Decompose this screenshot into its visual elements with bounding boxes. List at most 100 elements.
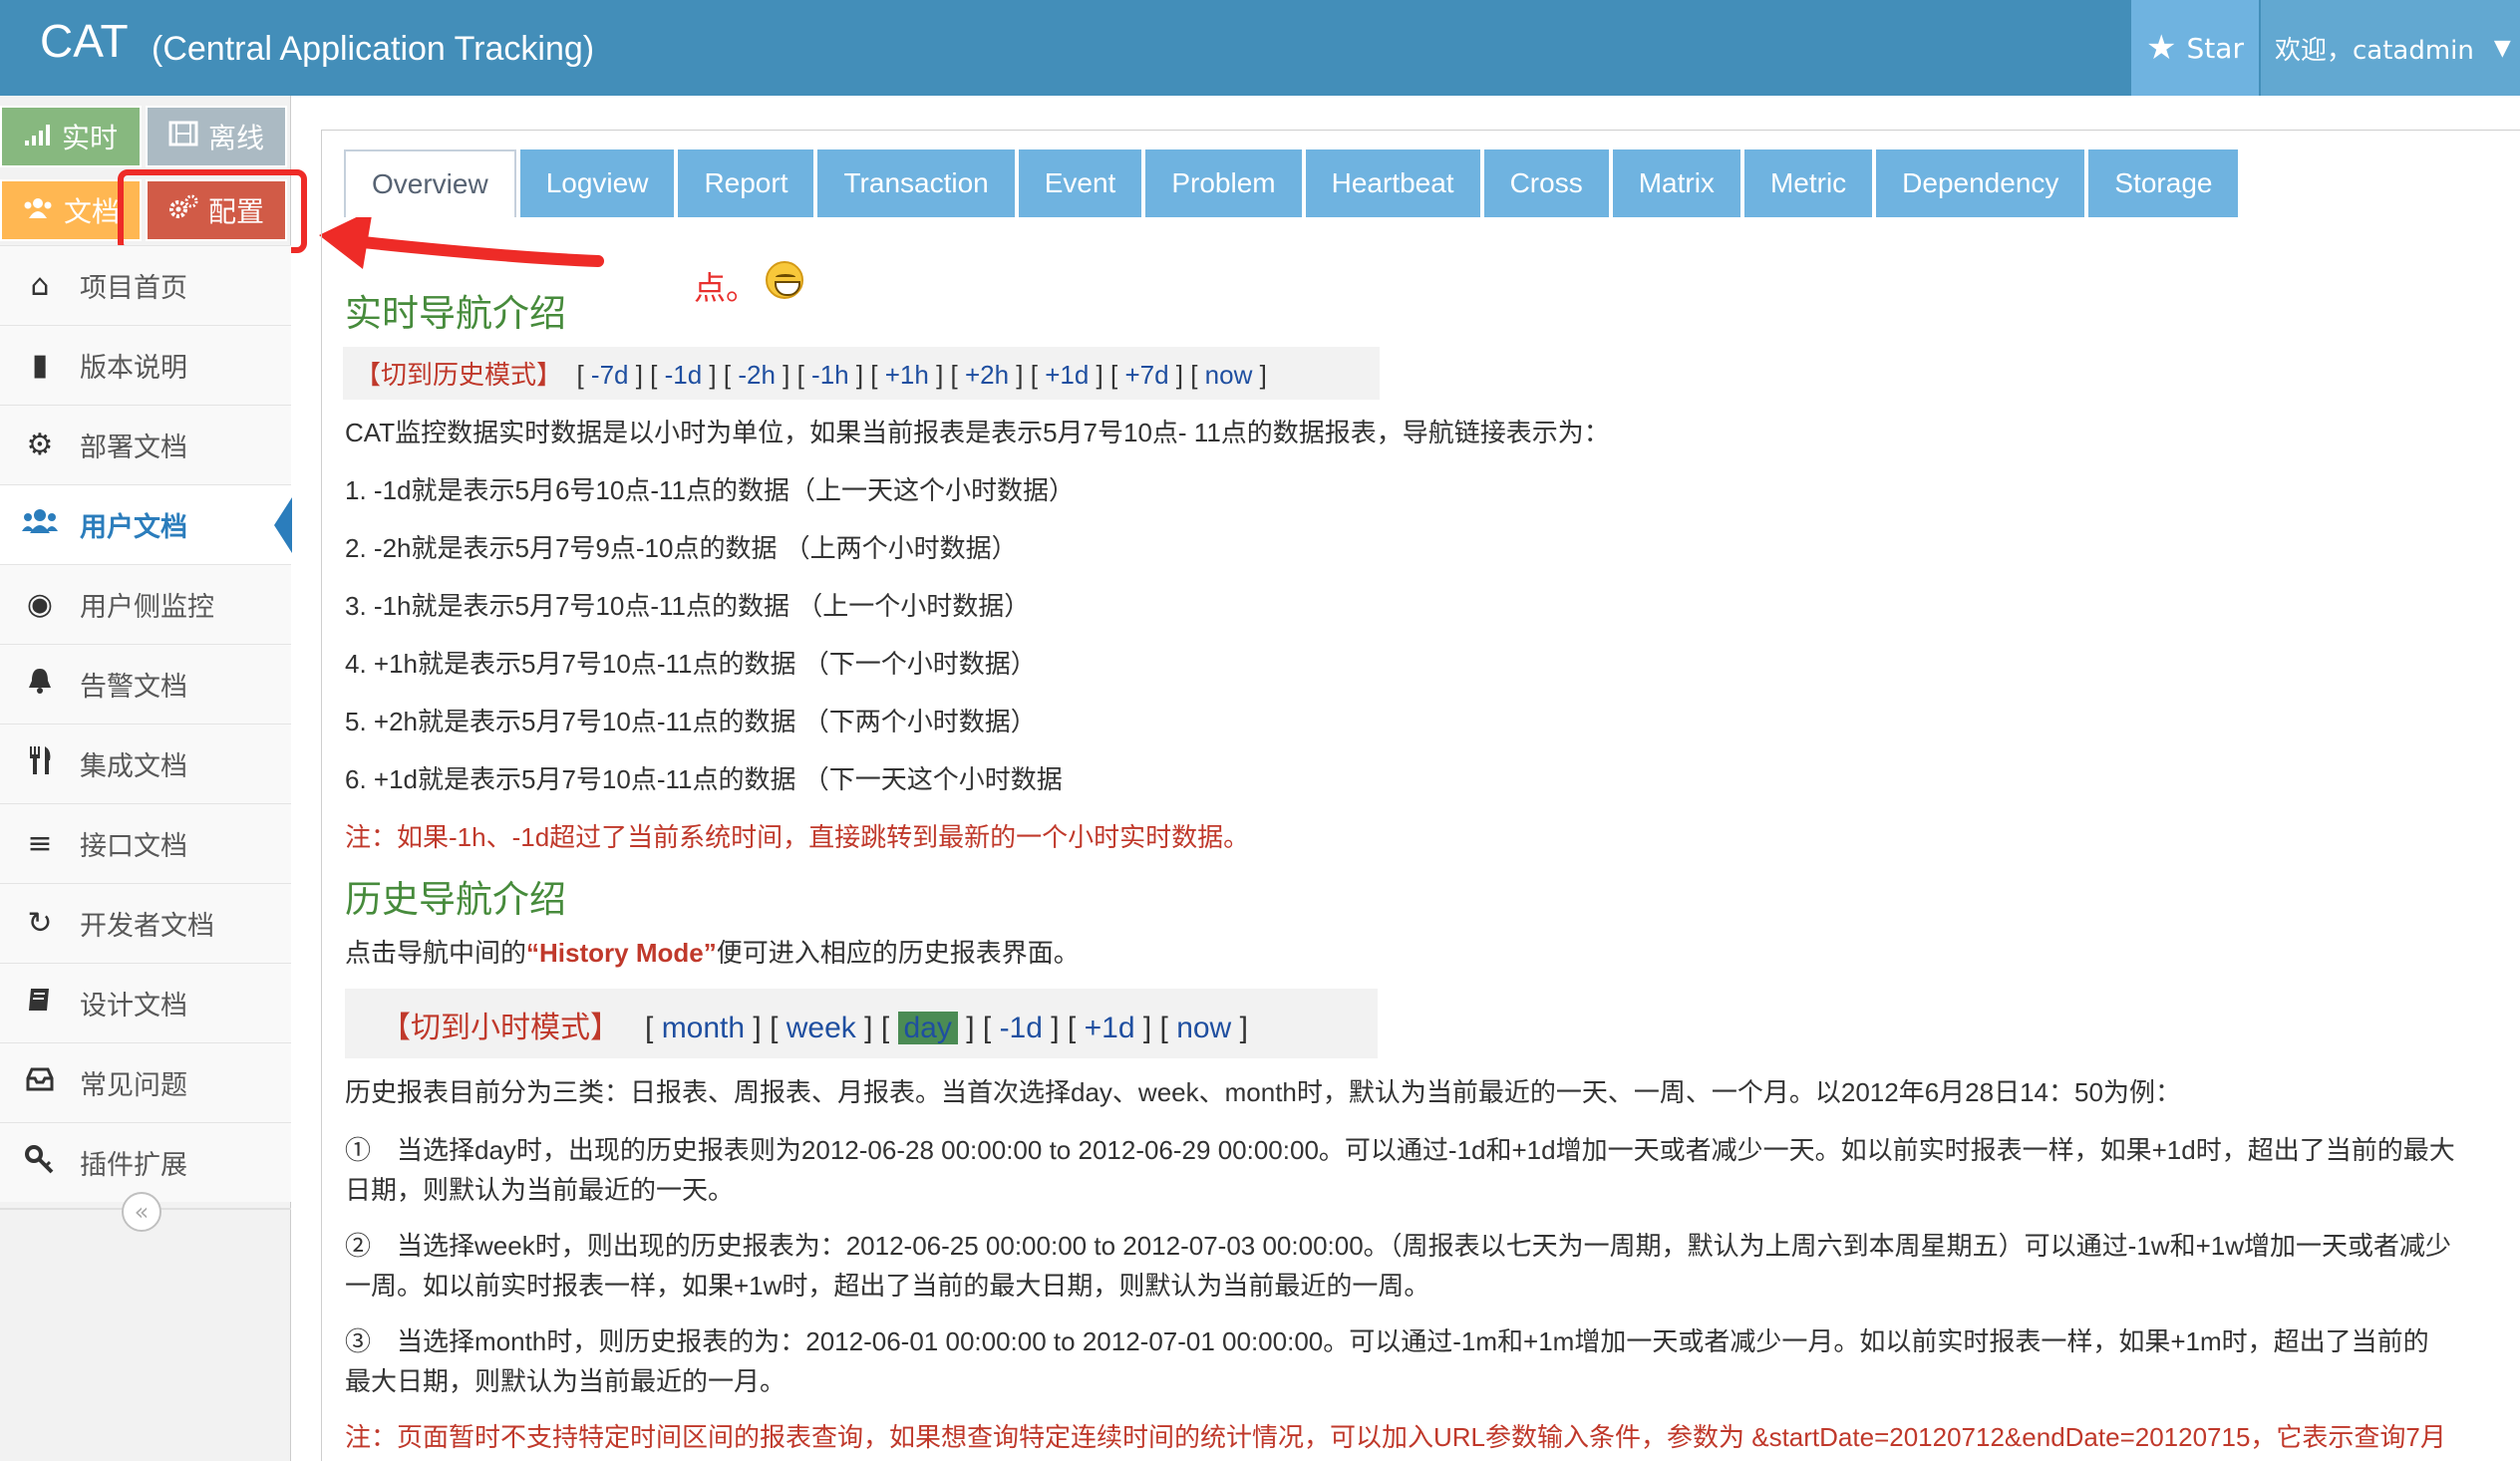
- tab-dependency[interactable]: Dependency: [1876, 149, 2085, 217]
- nav-link-plus-7d[interactable]: +7d: [1124, 360, 1168, 390]
- tab-cross[interactable]: Cross: [1483, 149, 1609, 217]
- shortcut-label: 实时: [61, 122, 118, 154]
- history-item-month-line2: 最大日期，则默认为当前最近的一月。: [345, 1366, 787, 1396]
- tab-transaction[interactable]: Transaction: [817, 149, 1015, 217]
- sidebar-item-plugins[interactable]: 插件扩展: [0, 1122, 291, 1202]
- sidebar-item-label: 开发者文档: [80, 911, 214, 942]
- sidebar-item-integration-docs[interactable]: 集成文档: [0, 724, 291, 803]
- nav-link-week[interactable]: week: [787, 1012, 856, 1044]
- sidebar-item-label: 插件扩展: [80, 1150, 187, 1181]
- nav-link-minus-7d[interactable]: -7d: [591, 360, 629, 390]
- sidebar-item-api-docs[interactable]: ≡ 接口文档: [0, 803, 291, 883]
- key-icon: [22, 1144, 58, 1182]
- realtime-intro-text: CAT监控数据实时数据是以小时为单位，如果当前报表是表示5月7号10点- 11点…: [345, 418, 1610, 447]
- history-item-week-line1: ② 当选择week时，则出现的历史报表为：2012-06-25 00:00:00…: [345, 1231, 2451, 1261]
- sidebar-item-label: 集成文档: [80, 751, 187, 782]
- home-icon: ⌂: [30, 268, 50, 303]
- book-icon: ▮: [31, 348, 49, 383]
- nav-link-plus-1h[interactable]: +1h: [885, 360, 929, 390]
- shortcut-realtime-button[interactable]: 实时: [0, 106, 142, 167]
- tab-heartbeat[interactable]: Heartbeat: [1305, 149, 1480, 217]
- hourly-mode-link[interactable]: 【切到小时模式】: [381, 1012, 620, 1044]
- history-nav-heading: 历史导航介绍: [345, 879, 566, 920]
- sidebar-item-label: 设计文档: [80, 991, 187, 1022]
- sidebar-item-alert-docs[interactable]: 告警文档: [0, 644, 291, 724]
- realtime-item-5: 5. +2h就是表示5月7号10点-11点的数据 （下两个小时数据）: [345, 707, 1037, 736]
- bell-icon: [22, 666, 58, 704]
- sidebar-item-home[interactable]: ⌂ 项目首页: [0, 245, 291, 325]
- history-item-month-line1: ③ 当选择month时，则历史报表的为：2012-06-01 00:00:00 …: [345, 1326, 2429, 1356]
- sidebar-item-browser-monitor[interactable]: ◉ 用户侧监控: [0, 564, 291, 644]
- history-intro-post: 便可进入相应的历史报表界面。: [716, 938, 1080, 968]
- sidebar: 实时 离线 文档 配置 ⌂ 项目首页 ▮ 版本说明 ⚙ 部署文档 用户文档 ◉ …: [0, 96, 307, 1461]
- star-icon: ★: [2146, 28, 2177, 68]
- realtime-nav-heading: 实时导航介绍: [345, 293, 566, 334]
- sidebar-item-user-docs[interactable]: 用户文档: [0, 484, 292, 564]
- nav-link-history-now[interactable]: now: [1176, 1012, 1231, 1044]
- tab-report[interactable]: Report: [678, 149, 814, 217]
- sidebar-item-label: 告警文档: [80, 672, 187, 703]
- history-desc-text: 历史报表目前分为三类：日报表、周报表、月报表。当首次选择day、week、mon…: [345, 1077, 2181, 1107]
- nav-link-day[interactable]: day: [897, 1012, 958, 1044]
- nav-link-history-minus-1d[interactable]: -1d: [1000, 1012, 1043, 1044]
- realtime-item-2: 2. -2h就是表示5月7号9点-10点的数据 （上两个小时数据）: [345, 533, 1018, 563]
- shortcut-offline-button[interactable]: 离线: [146, 106, 287, 167]
- history-note: 注：页面暂时不支持特定时间区间的报表查询，如果想查询特定连续时间的统计情况，可以…: [345, 1422, 2446, 1452]
- history-item-day-line2: 日期，则默认为当前最近的一天。: [345, 1175, 735, 1205]
- list-icon: ≡: [27, 826, 53, 861]
- top-navbar: CAT (Central Application Tracking) ★ Sta…: [0, 0, 2520, 96]
- tab-logview[interactable]: Logview: [519, 149, 675, 217]
- sidebar-item-deploy-docs[interactable]: ⚙ 部署文档: [0, 405, 291, 484]
- tab-matrix[interactable]: Matrix: [1612, 149, 1740, 217]
- nav-link-history-plus-1d[interactable]: +1d: [1085, 1012, 1135, 1044]
- nav-link-minus-1h[interactable]: -1h: [811, 360, 849, 390]
- users-icon: [22, 194, 54, 227]
- realtime-item-6: 6. +1d就是表示5月7号10点-11点的数据 （下一天这个小时数据: [345, 764, 1063, 794]
- user-menu[interactable]: 欢迎，catadmin ▼: [2261, 0, 2520, 96]
- nav-link-plus-1d[interactable]: +1d: [1045, 360, 1089, 390]
- sidebar-item-label: 用户文档: [80, 512, 187, 543]
- shortcut-label: 离线: [207, 122, 264, 154]
- sidebar-item-faq[interactable]: 常见问题: [0, 1042, 291, 1122]
- tab-event[interactable]: Event: [1018, 149, 1142, 217]
- history-intro-pre: 点击导航中间的: [345, 938, 527, 968]
- sidebar-collapse-button[interactable]: «: [122, 1192, 161, 1232]
- signal-icon: [24, 121, 52, 153]
- double-chevron-left-icon: «: [134, 1198, 150, 1226]
- realtime-nav-strip: 【切到历史模式】 [ -7d ] [ -1d ] [ -2h ] [ -1h ]…: [343, 347, 1380, 400]
- history-item-day-line1: ① 当选择day时，出现的历史报表则为2012-06-28 00:00:00 t…: [345, 1135, 2455, 1165]
- history-mode-link[interactable]: 【切到历史模式】: [355, 360, 562, 390]
- sidebar-item-developer-docs[interactable]: ↻ 开发者文档: [0, 883, 291, 963]
- inbox-icon: [22, 1065, 58, 1100]
- tab-overview[interactable]: Overview: [344, 149, 516, 217]
- tab-metric[interactable]: Metric: [1743, 149, 1873, 217]
- shortcut-label: 文档: [63, 195, 120, 228]
- cogs-icon: ⚙: [26, 428, 54, 462]
- sidebar-item-design-docs[interactable]: 设计文档: [0, 963, 291, 1042]
- tab-problem[interactable]: Problem: [1145, 149, 1302, 217]
- star-button[interactable]: ★ Star: [2131, 0, 2259, 96]
- sidebar-item-label: 接口文档: [80, 831, 187, 862]
- caret-down-icon: ▼: [2493, 35, 2511, 61]
- realtime-item-1: 1. -1d就是表示5月6号10点-11点的数据（上一天这个小时数据）: [345, 475, 1075, 505]
- book-icon: [22, 985, 58, 1023]
- nav-link-minus-2h[interactable]: -2h: [738, 360, 776, 390]
- sidebar-item-label: 版本说明: [80, 353, 187, 384]
- cutlery-icon: [22, 744, 58, 784]
- brand-logo[interactable]: CAT: [40, 14, 129, 68]
- sidebar-item-label: 用户侧监控: [80, 592, 214, 623]
- history-intro-key: “History Mode”: [526, 938, 717, 968]
- globe-icon: ◉: [26, 587, 54, 622]
- history-item-week-line2: 一周。如以前实时报表一样，如果+1w时，超出了当前的最大日期，则默认为当前最近的…: [345, 1271, 1430, 1301]
- history-nav-strip: 【切到小时模式】 [ month ] [ week ] [ day ] [ -1…: [345, 989, 1378, 1058]
- report-tabs: Overview Logview Report Transaction Even…: [344, 149, 2242, 217]
- annotation-text: 点。: [694, 270, 759, 306]
- realtime-item-3: 3. -1h就是表示5月7号10点-11点的数据 （上一个小时数据）: [345, 591, 1031, 621]
- nav-link-now[interactable]: now: [1205, 360, 1253, 390]
- nav-link-plus-2h[interactable]: +2h: [965, 360, 1009, 390]
- tab-storage[interactable]: Storage: [2088, 149, 2239, 217]
- sidebar-item-release-notes[interactable]: ▮ 版本说明: [0, 325, 291, 405]
- nav-link-month[interactable]: month: [662, 1012, 745, 1044]
- users-icon: [22, 507, 58, 543]
- nav-link-minus-1d[interactable]: -1d: [665, 360, 703, 390]
